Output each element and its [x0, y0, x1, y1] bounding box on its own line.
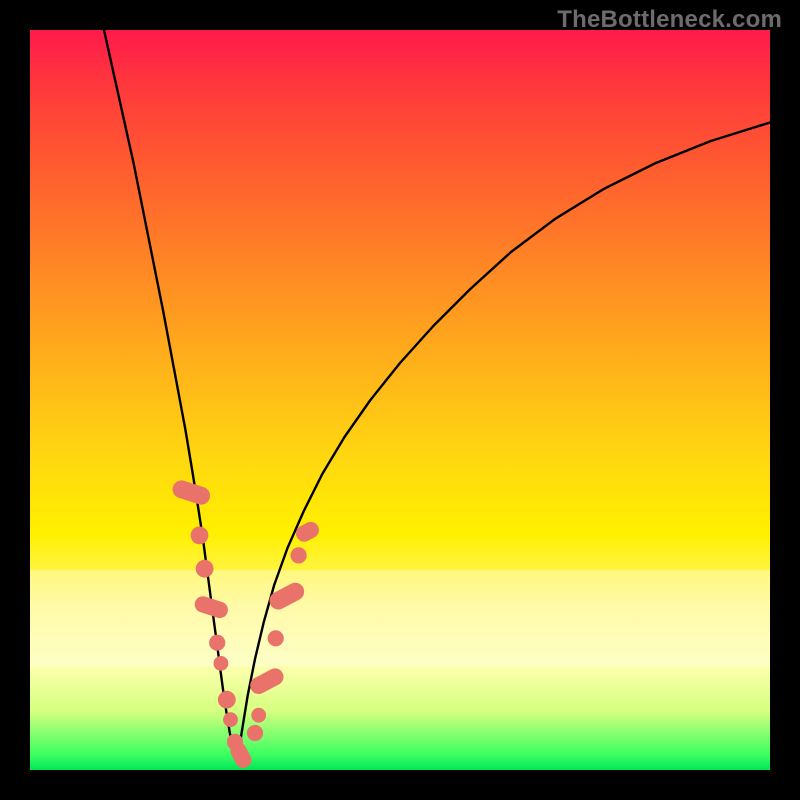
- bottleneck-curve: [104, 30, 770, 763]
- data-marker: [266, 580, 307, 613]
- plot-area: [30, 30, 770, 770]
- data-marker: [191, 527, 209, 545]
- chart-svg: [30, 30, 770, 770]
- data-marker: [209, 635, 225, 651]
- data-marker: [268, 630, 284, 646]
- data-marker: [218, 691, 236, 709]
- data-marker: [170, 478, 212, 507]
- data-marker: [214, 656, 229, 671]
- data-marker: [223, 712, 238, 727]
- data-marker: [251, 708, 266, 723]
- data-marker: [247, 725, 263, 741]
- data-marker: [291, 547, 307, 563]
- chart-frame: TheBottleneck.com: [0, 0, 800, 800]
- data-marker: [196, 560, 214, 578]
- curve-group: [104, 30, 770, 763]
